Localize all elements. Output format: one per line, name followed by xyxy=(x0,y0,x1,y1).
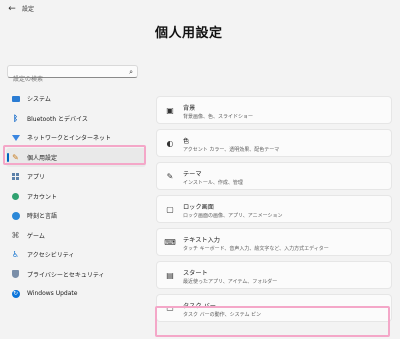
sidebar-item-label: プライバシーとセキュリティ xyxy=(27,271,105,279)
search-icon[interactable]: ⌕ xyxy=(129,67,133,77)
taskbar-icon: ▭ xyxy=(166,303,174,313)
card-subtitle: 最近使ったアプリ、アイテム、フォルダー xyxy=(183,279,278,285)
monitor-icon xyxy=(11,94,20,103)
sidebar-item-windows-update[interactable]: ↻ Windows Update xyxy=(6,284,146,304)
card-start[interactable]: ▤ スタート 最近使ったアプリ、アイテム、フォルダー xyxy=(156,261,392,289)
palette-icon: ◐ xyxy=(166,138,174,148)
gamepad-icon: ⌘ xyxy=(11,230,20,240)
image-icon: ▣ xyxy=(166,105,174,115)
card-subtitle: タスク バーの動作、システム ピン xyxy=(183,312,262,318)
title-bar: ← 設定 xyxy=(0,0,400,18)
sidebar-item-label: Bluetooth とデバイス xyxy=(27,115,88,123)
wifi-icon xyxy=(11,133,20,142)
sidebar-item-privacy[interactable]: プライバシーとセキュリティ xyxy=(6,265,146,285)
search-box[interactable]: ⌕ xyxy=(7,65,138,85)
sidebar-item-accounts[interactable]: アカウント xyxy=(6,187,146,207)
sidebar-item-apps[interactable]: アプリ xyxy=(6,167,146,187)
card-text-input[interactable]: ⌨ テキスト入力 タッチ キーボード、音声入力、絵文字など、入力方式エディター xyxy=(156,228,392,256)
lock-screen-icon: ▢ xyxy=(166,204,174,214)
search-input[interactable] xyxy=(8,74,125,85)
card-title: 背景 xyxy=(183,105,196,112)
sidebar-item-label: ネットワークとインターネット xyxy=(27,135,112,143)
accessibility-icon: ♿ xyxy=(11,250,20,260)
card-taskbar[interactable]: ▭ タスク バー タスク バーの動作、システム ピン xyxy=(156,294,392,322)
card-subtitle: インストール、作成、管理 xyxy=(183,180,243,186)
app-title: 設定 xyxy=(22,6,35,13)
card-title: タスク バー xyxy=(183,303,216,310)
apps-icon xyxy=(11,172,20,181)
card-lock-screen[interactable]: ▢ ロック画面 ロック画面の画像、アプリ、アニメーション xyxy=(156,195,392,223)
keyboard-icon: ⌨ xyxy=(164,237,176,247)
sidebar-item-network[interactable]: ネットワークとインターネット xyxy=(6,128,146,148)
sidebar-item-time-language[interactable]: 時刻と言語 xyxy=(6,206,146,226)
sidebar-item-system[interactable]: システム xyxy=(6,89,146,109)
sidebar-item-accessibility[interactable]: ♿ アクセシビリティ xyxy=(6,245,146,265)
sidebar-item-bluetooth[interactable]: ᛒ Bluetooth とデバイス xyxy=(6,109,146,129)
sidebar-item-personalization[interactable]: ✎ 個人用設定 xyxy=(6,147,146,167)
globe-icon xyxy=(11,211,20,220)
active-indicator xyxy=(7,152,9,162)
bluetooth-icon: ᛒ xyxy=(13,113,18,123)
shield-icon xyxy=(11,270,20,279)
card-subtitle: ロック画面の画像、アプリ、アニメーション xyxy=(183,213,283,219)
card-themes[interactable]: ✎ テーマ インストール、作成、管理 xyxy=(156,162,392,190)
page-title: 個人用設定 xyxy=(155,26,223,41)
card-title: テーマ xyxy=(183,171,202,178)
card-background[interactable]: ▣ 背景 背景画像、色、スライドショー xyxy=(156,96,392,124)
card-colors[interactable]: ◐ 色 アクセント カラー、透明効果、配色テーマ xyxy=(156,129,392,157)
sidebar-nav: システム ᛒ Bluetooth とデバイス ネットワークとインターネット ✎ … xyxy=(6,89,146,304)
sidebar-item-label: ゲーム xyxy=(27,232,45,240)
sidebar-item-label: システム xyxy=(27,96,51,104)
brush-icon: ✎ xyxy=(12,152,19,162)
brush-icon: ✎ xyxy=(166,171,174,181)
sidebar-item-label: 個人用設定 xyxy=(27,154,58,162)
card-subtitle: タッチ キーボード、音声入力、絵文字など、入力方式エディター xyxy=(183,246,329,252)
sidebar-item-gaming[interactable]: ⌘ ゲーム xyxy=(6,226,146,246)
card-title: スタート xyxy=(183,270,208,277)
sidebar-item-label: アプリ xyxy=(27,174,46,182)
card-title: ロック画面 xyxy=(183,204,214,211)
sidebar-item-label: 時刻と言語 xyxy=(27,213,58,221)
start-icon: ▤ xyxy=(166,270,174,280)
sidebar-item-label: アクセシビリティ xyxy=(27,252,75,260)
sidebar-item-label: アカウント xyxy=(27,193,58,201)
card-subtitle: アクセント カラー、透明効果、配色テーマ xyxy=(183,147,280,153)
settings-card-list: ▣ 背景 背景画像、色、スライドショー ◐ 色 アクセント カラー、透明効果、配… xyxy=(156,96,392,327)
person-icon xyxy=(11,192,20,201)
card-title: 色 xyxy=(183,138,190,145)
update-icon: ↻ xyxy=(11,289,20,298)
back-button[interactable]: ← xyxy=(6,3,18,15)
card-title: テキスト入力 xyxy=(183,237,220,244)
card-subtitle: 背景画像、色、スライドショー xyxy=(183,114,254,120)
sidebar-item-label: Windows Update xyxy=(27,290,78,298)
